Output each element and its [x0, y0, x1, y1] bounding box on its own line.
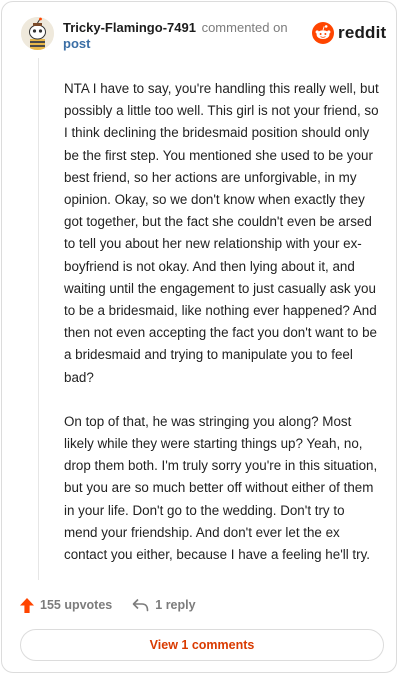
reply-count: 1 reply [155, 598, 196, 612]
upvote-count: 155 upvotes [40, 598, 113, 612]
reply-button[interactable]: 1 reply [132, 598, 196, 612]
comment-paragraph: On top of that, he was stringing you alo… [64, 413, 378, 563]
avatar[interactable] [21, 17, 54, 50]
post-link[interactable]: post [63, 36, 90, 51]
reddit-snoo-icon [312, 22, 334, 44]
reddit-wordmark: reddit [338, 23, 387, 42]
comment-body: NTA I have to say, you're handling this … [64, 78, 379, 588]
author-username[interactable]: Tricky-Flamingo-7491 [63, 20, 196, 35]
upvote-arrow-icon [20, 597, 34, 613]
upvote-button[interactable]: 155 upvotes [20, 597, 113, 613]
reddit-logo[interactable]: reddit [312, 22, 386, 44]
reply-arrow-icon [132, 598, 149, 612]
thread-line[interactable] [38, 58, 39, 580]
comment-author-line: Tricky-Flamingo-7491 commented on [63, 20, 288, 35]
commented-on-text: commented on [201, 20, 288, 35]
comment-card: Tricky-Flamingo-7491 commented on post r… [1, 1, 397, 673]
comment-actions: 155 upvotes 1 reply [20, 595, 196, 615]
view-comments-button[interactable]: View 1 comments [20, 629, 384, 661]
comment-paragraph: NTA I have to say, you're handling this … [64, 81, 379, 385]
